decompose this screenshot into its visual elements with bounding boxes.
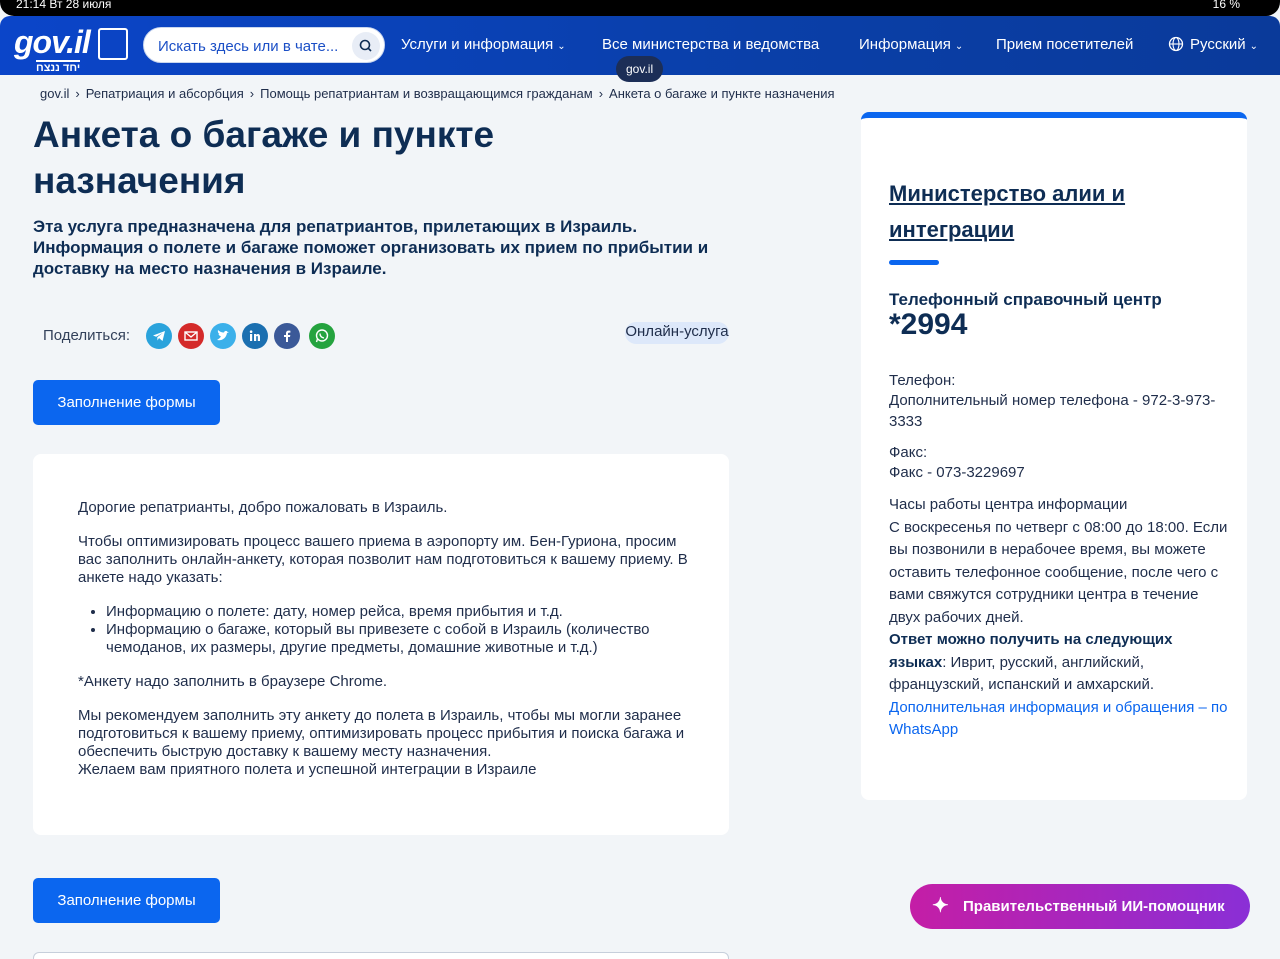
card-paragraph: Чтобы оптимизировать процесс вашего прие…	[78, 533, 688, 586]
nav-services[interactable]: Услуги и информация ⌄	[401, 36, 566, 53]
card-paragraph: Желаем вам приятного полета и успешной и…	[78, 761, 537, 778]
fill-form-button[interactable]: Заполнение формы	[33, 380, 220, 425]
search-input[interactable]	[158, 35, 348, 57]
nav-ministries[interactable]: Все министерства и ведомства	[602, 36, 819, 53]
list-item: Информацию о багаже, который вы привезет…	[106, 621, 688, 657]
phone-center-label: Телефонный справочный центр	[889, 290, 1162, 309]
divider	[889, 260, 939, 265]
hours-title: Часы работы центра информации	[889, 496, 1128, 513]
globe-icon	[1168, 36, 1184, 52]
chevron-down-icon: ⌄	[1249, 41, 1259, 52]
card-paragraph: *Анкету надо заполнить в браузере Chrome…	[78, 673, 388, 690]
status-battery: 16 %	[1212, 0, 1240, 11]
page-lead: Эта услуга предназначена для репатрианто…	[33, 217, 709, 278]
menorah-emblem-icon	[98, 28, 128, 60]
card-paragraph: Мы рекомендуем заполнить эту анкету до п…	[78, 707, 685, 760]
site-header: gov.il יחד ננצח Услуги и информация⌄ Все…	[0, 16, 1280, 82]
phone-center-number: *2994	[889, 308, 968, 341]
contact-sidebar: Министерство алии и интеграции Телефонны…	[861, 112, 1247, 800]
online-service-badge: Онлайн-услуга	[625, 321, 729, 344]
language-selector[interactable]: Русский ⌄	[1168, 36, 1258, 53]
status-time: 21:14 Вт 28 июля	[16, 0, 112, 11]
chevron-down-icon: ⌄	[954, 41, 964, 52]
bottom-section	[33, 952, 729, 959]
nav-reception[interactable]: Прием посетителей	[996, 36, 1133, 53]
ministry-link[interactable]: Министерство алии и интеграции	[889, 176, 1209, 248]
fax-label: Факс:	[889, 444, 928, 461]
tooltip: gov.il	[616, 56, 664, 82]
telegram-icon[interactable]	[146, 323, 172, 349]
breadcrumb-current: Анкета о багаже и пункте назначения	[609, 86, 835, 101]
chevron-down-icon: ⌄	[557, 41, 566, 52]
page-title: Анкета о багаже и пункте назначения	[33, 114, 495, 201]
share-label: Поделиться:	[43, 327, 130, 344]
card-paragraph: Дорогие репатрианты, добро пожаловать в …	[78, 499, 448, 516]
breadcrumb-item[interactable]: gov.il	[40, 86, 69, 101]
content-card: Дорогие репатрианты, добро пожаловать в …	[33, 454, 729, 835]
search-button[interactable]	[352, 32, 380, 60]
fill-form-button-bottom[interactable]: Заполнение формы	[33, 878, 220, 923]
card-list: Информацию о полете: дату, номер рейса, …	[106, 603, 688, 657]
phone-value: Дополнительный номер телефона - 972-3-97…	[889, 392, 1216, 430]
search-icon	[359, 39, 372, 52]
hours-text: С воскресенья по четверг с 08:00 до 18:0…	[889, 518, 1228, 626]
gov-logo[interactable]: gov.il יחד ננצח	[14, 22, 130, 74]
list-item: Информацию о полете: дату, номер рейса, …	[106, 603, 688, 621]
facebook-icon[interactable]	[274, 323, 300, 349]
search-box	[143, 27, 385, 63]
breadcrumb-item[interactable]: Помощь репатриантам и возвращающимся гра…	[260, 86, 593, 101]
chevron-right-icon: ›	[249, 86, 255, 101]
sparkle-icon: ✦	[932, 895, 949, 917]
twitter-icon[interactable]	[210, 323, 236, 349]
chevron-right-icon: ›	[75, 86, 80, 101]
linkedin-icon[interactable]	[242, 323, 268, 349]
email-icon[interactable]	[178, 323, 204, 349]
status-bar: 21:14 Вт 28 июля 16 %	[0, 0, 1280, 16]
fax-value: Факс - 073-3229697	[889, 464, 1025, 481]
breadcrumb-item[interactable]: Репатриация и абсорбция	[86, 86, 244, 101]
breadcrumb: gov.il › Репатриация и абсорбция › Помощь ре…	[40, 86, 835, 101]
nav-information[interactable]: Информация ⌄	[859, 36, 963, 53]
ai-assistant-button[interactable]: ✦ Правительственный ИИ-помощник	[910, 884, 1250, 929]
whatsapp-link[interactable]: Дополнительная информация и обращения – …	[889, 699, 1227, 739]
hours-block: Часы работы центра информации С воскресе…	[889, 494, 1229, 742]
phone-label: Телефон:	[889, 372, 956, 389]
whatsapp-icon[interactable]	[309, 323, 335, 349]
chevron-right-icon: ›	[598, 86, 604, 101]
languages-text: Ответ можно получить на следующих языках…	[889, 631, 1173, 693]
